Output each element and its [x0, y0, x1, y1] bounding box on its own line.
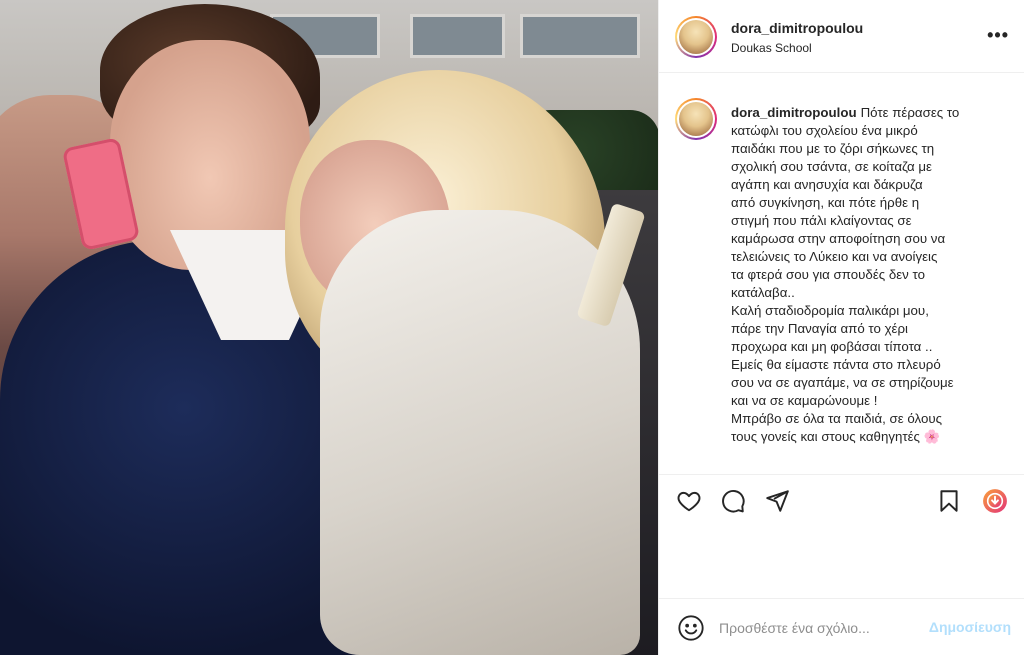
download-extension-icon[interactable]: [979, 485, 1011, 517]
flower-emoji: 🌸: [923, 429, 941, 444]
caption-area: dora_dimitropoulou Πότε πέρασες το κατώφλ…: [659, 74, 1024, 474]
caption-line: αγάπη και ανησυχία και δάκρυζα: [731, 177, 923, 192]
caption-text: dora_dimitropoulou Πότε πέρασες το κατώφλ…: [731, 104, 1005, 446]
post-photo[interactable]: [0, 0, 658, 655]
action-bar: [659, 474, 1024, 526]
avatar-image: [679, 102, 713, 136]
caption-line: τελειώνεις το Λύκειο και να ανοίγεις: [731, 249, 938, 264]
post-comment-button[interactable]: Δημοσίευση: [929, 619, 1011, 635]
post-header: dora_dimitropoulou Doukas School •••: [659, 0, 1024, 73]
caption-line: Καλή σταδιοδρομία παλικάρι μου,: [731, 303, 929, 318]
caption-line: στιγμή που πάλι κλαίγοντας σε: [731, 213, 912, 228]
caption-line: σου να σε αγαπάμε, να σε στηρίζουμε: [731, 375, 954, 390]
caption-line: και να σε καμαρώνουμε !: [731, 393, 878, 408]
heart-icon[interactable]: [673, 485, 705, 517]
caption-line: κατώφλι του σχολείου ένα μικρό: [731, 123, 918, 138]
bookmark-icon[interactable]: [933, 485, 965, 517]
post-side-panel: dora_dimitropoulou Doukas School ••• dor…: [658, 0, 1024, 655]
caption-avatar[interactable]: [675, 98, 717, 140]
comment-icon[interactable]: [717, 485, 749, 517]
caption-line: Εμείς θα είμαστε πάντα στο πλευρό: [731, 357, 941, 372]
caption-line: κατάλαβα..: [731, 285, 795, 300]
avatar[interactable]: [675, 16, 717, 58]
caption-line: τα φτερά σου για σπουδές δεν το: [731, 267, 925, 282]
photo-window: [520, 14, 640, 58]
caption-line: πάρε την Παναγία από το χέρι: [731, 321, 908, 336]
author-username[interactable]: dora_dimitropoulou: [731, 20, 863, 36]
caption-line: από συγκίνηση, και πότε ήρθε η: [731, 195, 920, 210]
comment-bar: Δημοσίευση: [659, 598, 1024, 655]
caption-line: παιδάκι που με το ζόρι σήκωνες τη: [731, 141, 935, 156]
comment-input[interactable]: [719, 616, 929, 640]
caption-line: προχωρα και μη φοβάσαι τίποτα ..: [731, 339, 933, 354]
caption-line: Πότε πέρασες το: [860, 105, 960, 120]
share-icon[interactable]: [761, 485, 793, 517]
caption-line: σχολική σου τσάντα, σε κοίταζα με: [731, 159, 932, 174]
smiley-icon[interactable]: [677, 614, 705, 642]
caption-line: καμάρωσα στην αποφοίτηση σου να: [731, 231, 946, 246]
post-location[interactable]: Doukas School: [731, 41, 812, 55]
more-horizontal-icon[interactable]: •••: [987, 25, 1009, 45]
caption-author[interactable]: dora_dimitropoulou: [731, 105, 857, 120]
photo-window: [410, 14, 505, 58]
caption-line: Μπράβο σε όλα τα παιδιά, σε όλους: [731, 411, 943, 426]
avatar-image: [679, 20, 713, 54]
caption-line: τους γονείς και στους καθηγητές: [731, 429, 920, 444]
